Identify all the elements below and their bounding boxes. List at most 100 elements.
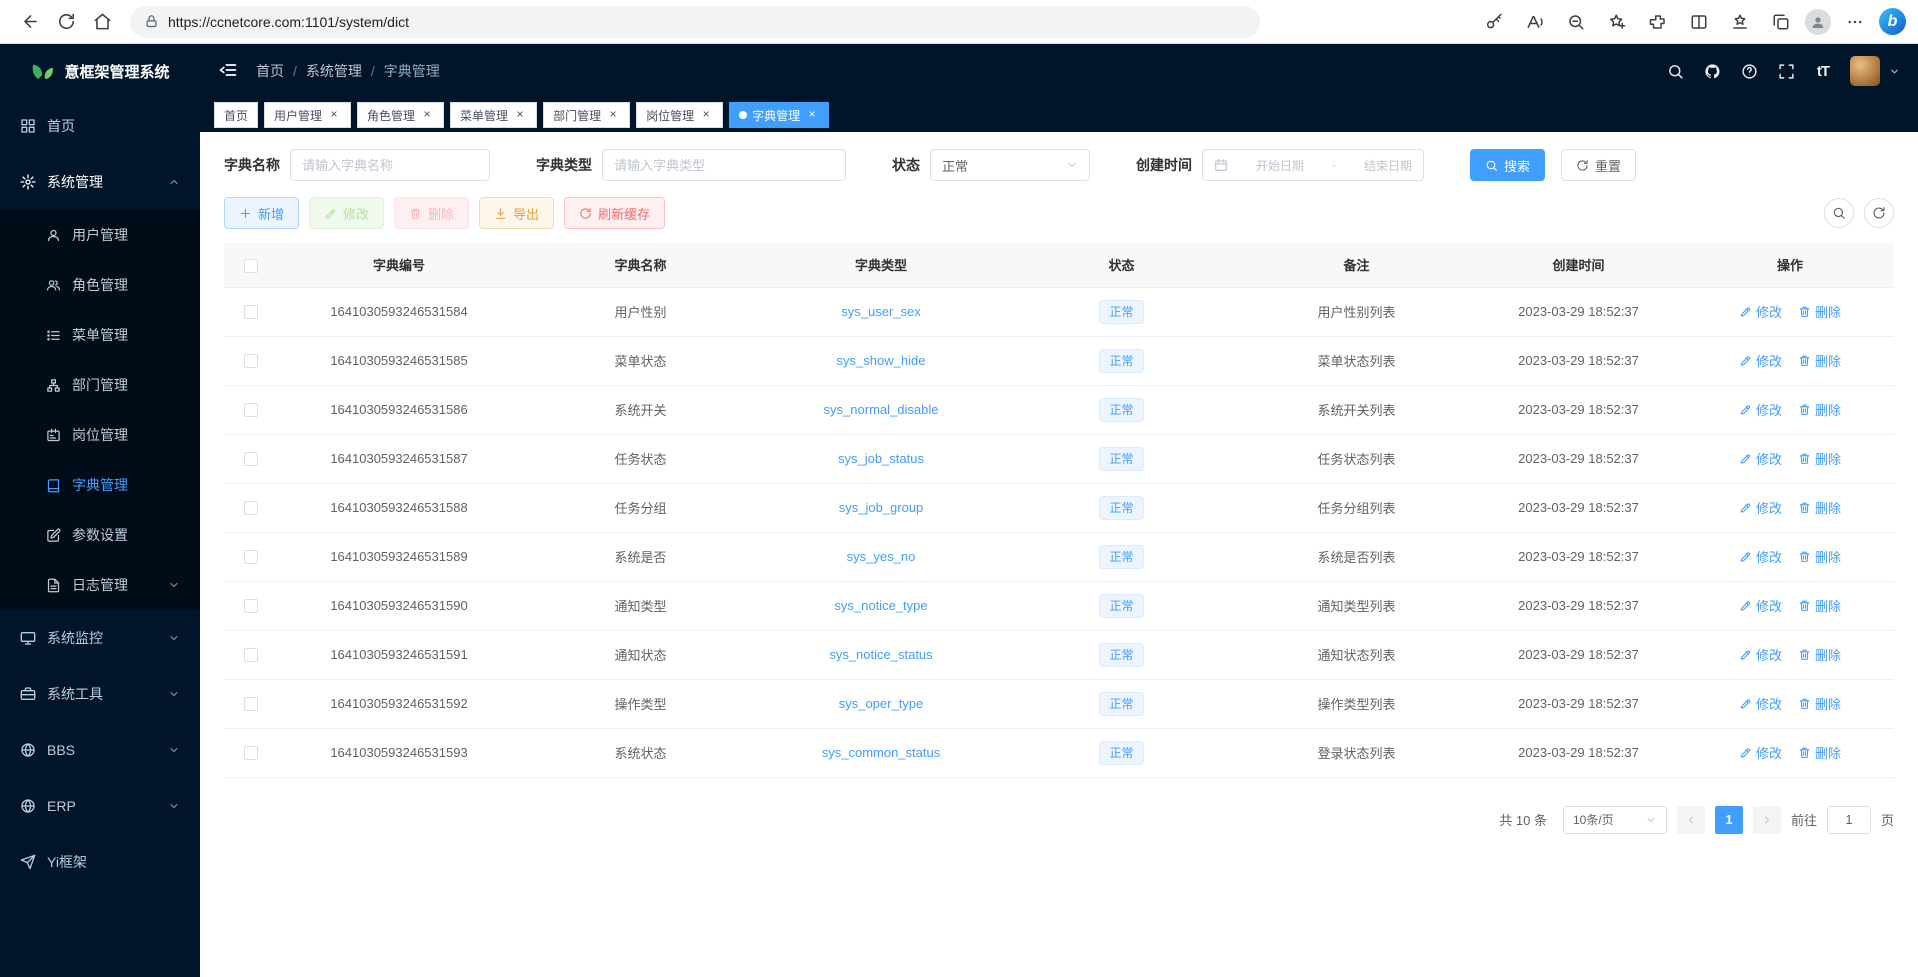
- favorites-icon[interactable]: [1723, 6, 1757, 38]
- sidebar-item-system-monitor[interactable]: 系统监控: [0, 610, 200, 666]
- tab-post-management[interactable]: 岗位管理 ×: [636, 102, 723, 128]
- sidebar-item-yi-framework[interactable]: Yi框架: [0, 834, 200, 890]
- sidebar-item-bbs[interactable]: BBS: [0, 722, 200, 778]
- show-search-toggle-button[interactable]: [1824, 198, 1854, 228]
- row-checkbox[interactable]: [244, 697, 258, 711]
- row-delete-button[interactable]: 删除: [1798, 547, 1841, 566]
- row-edit-button[interactable]: 修改: [1739, 302, 1782, 321]
- tab-dict-management[interactable]: 字典管理 ×: [729, 102, 829, 128]
- close-icon[interactable]: ×: [513, 108, 527, 122]
- row-edit-button[interactable]: 修改: [1739, 547, 1782, 566]
- tab-menu-management[interactable]: 菜单管理 ×: [450, 102, 537, 128]
- dict-type-link[interactable]: sys_job_status: [838, 451, 924, 466]
- help-icon[interactable]: [1739, 61, 1759, 81]
- more-menu-icon[interactable]: [1838, 6, 1872, 38]
- font-size-icon[interactable]: tT: [1813, 61, 1833, 81]
- dict-type-link[interactable]: sys_yes_no: [847, 549, 916, 564]
- sidebar-item-dict-management[interactable]: 字典管理: [0, 460, 200, 510]
- dict-type-link[interactable]: sys_user_sex: [841, 304, 920, 319]
- row-edit-button[interactable]: 修改: [1739, 743, 1782, 762]
- row-edit-button[interactable]: 修改: [1739, 694, 1782, 713]
- sidebar-item-dept-management[interactable]: 部门管理: [0, 360, 200, 410]
- close-icon[interactable]: ×: [606, 108, 620, 122]
- caret-down-icon[interactable]: [1889, 66, 1900, 77]
- zoom-out-icon[interactable]: [1559, 6, 1593, 38]
- close-icon[interactable]: ×: [327, 108, 341, 122]
- row-checkbox[interactable]: [244, 403, 258, 417]
- sidebar-item-system-tools[interactable]: 系统工具: [0, 666, 200, 722]
- dict-name-input[interactable]: [302, 158, 478, 173]
- edit-button[interactable]: 修改: [309, 197, 384, 229]
- search-icon[interactable]: [1665, 61, 1685, 81]
- row-edit-button[interactable]: 修改: [1739, 400, 1782, 419]
- app-logo[interactable]: 意框架管理系统: [0, 44, 200, 98]
- home-button[interactable]: [84, 5, 120, 39]
- close-icon[interactable]: ×: [805, 108, 819, 122]
- row-delete-button[interactable]: 删除: [1798, 596, 1841, 615]
- row-delete-button[interactable]: 删除: [1798, 400, 1841, 419]
- row-delete-button[interactable]: 删除: [1798, 302, 1841, 321]
- sidebar-item-post-management[interactable]: 岗位管理: [0, 410, 200, 460]
- row-edit-button[interactable]: 修改: [1739, 351, 1782, 370]
- tab-dept-management[interactable]: 部门管理 ×: [543, 102, 630, 128]
- dict-type-input[interactable]: [614, 158, 834, 173]
- delete-button[interactable]: 删除: [394, 197, 469, 229]
- dict-type-link[interactable]: sys_common_status: [822, 745, 941, 760]
- row-edit-button[interactable]: 修改: [1739, 498, 1782, 517]
- refresh-table-button[interactable]: [1864, 198, 1894, 228]
- user-avatar[interactable]: [1850, 56, 1880, 86]
- sidebar-item-system-management[interactable]: 系统管理: [0, 154, 200, 210]
- date-range-picker[interactable]: 开始日期 - 结束日期: [1202, 149, 1424, 181]
- dict-type-link[interactable]: sys_oper_type: [839, 696, 924, 711]
- tab-home[interactable]: 首页: [214, 102, 258, 128]
- row-delete-button[interactable]: 删除: [1798, 645, 1841, 664]
- search-button[interactable]: 搜索: [1470, 149, 1545, 181]
- status-select[interactable]: 正常: [930, 149, 1090, 181]
- sidebar-item-log-management[interactable]: 日志管理: [0, 560, 200, 610]
- current-page-button[interactable]: 1: [1715, 806, 1743, 834]
- close-icon[interactable]: ×: [699, 108, 713, 122]
- sidebar-item-erp[interactable]: ERP: [0, 778, 200, 834]
- breadcrumb-system[interactable]: 系统管理: [306, 61, 362, 81]
- row-edit-button[interactable]: 修改: [1739, 596, 1782, 615]
- row-edit-button[interactable]: 修改: [1739, 449, 1782, 468]
- row-checkbox[interactable]: [244, 501, 258, 515]
- fullscreen-icon[interactable]: [1776, 61, 1796, 81]
- row-checkbox[interactable]: [244, 354, 258, 368]
- dict-type-link[interactable]: sys_notice_type: [834, 598, 927, 613]
- select-all-checkbox[interactable]: [244, 259, 258, 273]
- refresh-button[interactable]: [48, 5, 84, 39]
- sidebar-item-menu-management[interactable]: 菜单管理: [0, 310, 200, 360]
- bing-chat-icon[interactable]: b: [1879, 8, 1906, 35]
- row-checkbox[interactable]: [244, 746, 258, 760]
- tab-user-management[interactable]: 用户管理 ×: [264, 102, 351, 128]
- browser-profile-avatar[interactable]: [1805, 9, 1831, 35]
- reset-button[interactable]: 重置: [1561, 149, 1636, 181]
- next-page-button[interactable]: [1753, 806, 1781, 834]
- sidebar-item-user-management[interactable]: 用户管理: [0, 210, 200, 260]
- collections-icon[interactable]: [1764, 6, 1798, 38]
- export-button[interactable]: 导出: [479, 197, 554, 229]
- row-delete-button[interactable]: 删除: [1798, 498, 1841, 517]
- read-aloud-icon[interactable]: [1518, 6, 1552, 38]
- row-delete-button[interactable]: 删除: [1798, 694, 1841, 713]
- tab-role-management[interactable]: 角色管理 ×: [357, 102, 444, 128]
- close-icon[interactable]: ×: [420, 108, 434, 122]
- add-favorite-icon[interactable]: [1600, 6, 1634, 38]
- address-bar[interactable]: https://ccnetcore.com:1101/system/dict: [130, 6, 1260, 38]
- dict-type-link[interactable]: sys_notice_status: [829, 647, 932, 662]
- extensions-icon[interactable]: [1641, 6, 1675, 38]
- back-button[interactable]: [12, 5, 48, 39]
- row-checkbox[interactable]: [244, 550, 258, 564]
- add-button[interactable]: 新增: [224, 197, 299, 229]
- dict-type-link[interactable]: sys_normal_disable: [824, 402, 939, 417]
- row-checkbox[interactable]: [244, 305, 258, 319]
- row-delete-button[interactable]: 删除: [1798, 351, 1841, 370]
- row-delete-button[interactable]: 删除: [1798, 743, 1841, 762]
- dict-type-link[interactable]: sys_job_group: [839, 500, 924, 515]
- sidebar-item-home[interactable]: 首页: [0, 98, 200, 154]
- row-checkbox[interactable]: [244, 599, 258, 613]
- github-icon[interactable]: [1702, 61, 1722, 81]
- prev-page-button[interactable]: [1677, 806, 1705, 834]
- sidebar-fold-button[interactable]: [218, 60, 240, 82]
